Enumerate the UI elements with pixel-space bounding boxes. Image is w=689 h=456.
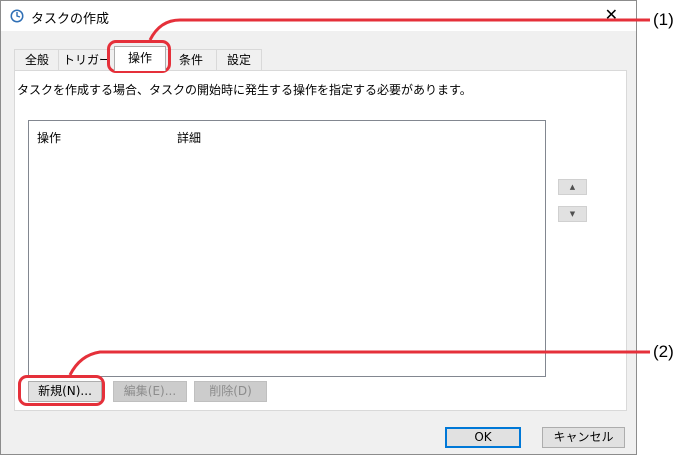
callout-label-2: (2)	[653, 342, 674, 361]
tab-actions[interactable]: 操作	[114, 46, 166, 71]
callout-label-1: (1)	[653, 10, 674, 29]
callout-leader-lines	[68, 18, 650, 376]
